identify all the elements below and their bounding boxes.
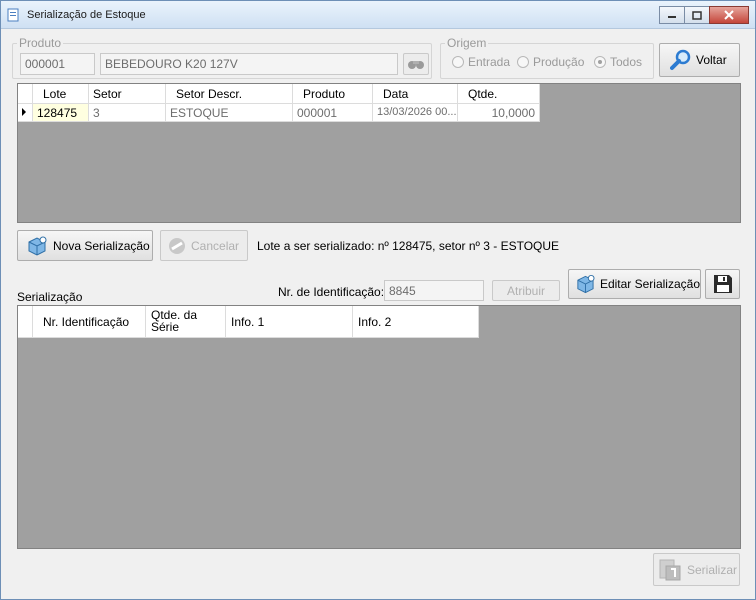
produto-legend: Produto xyxy=(17,36,64,50)
cell-setor-descr[interactable]: ESTOQUE xyxy=(166,104,293,122)
close-button[interactable] xyxy=(709,6,749,24)
col-qtde-serie[interactable]: Qtde. da Série xyxy=(146,306,226,338)
current-row-arrow-icon xyxy=(22,108,26,116)
save-button[interactable] xyxy=(705,269,740,299)
origem-entrada-label: Entrada xyxy=(468,55,511,69)
app-icon xyxy=(7,8,19,22)
table-row[interactable]: 128475 3 ESTOQUE 000001 13/03/2026 00...… xyxy=(18,104,540,122)
col-data[interactable]: Data xyxy=(373,84,458,104)
radio-circle xyxy=(517,56,529,68)
cell-setor[interactable]: 3 xyxy=(89,104,166,122)
nova-serializacao-button[interactable]: Nova Serialização xyxy=(17,230,153,261)
serializar-label: Serializar xyxy=(687,562,738,577)
window-controls xyxy=(659,6,749,24)
serializar-button[interactable]: Serializar xyxy=(653,553,740,586)
origem-todos-radio[interactable]: Todos xyxy=(594,55,642,69)
close-icon xyxy=(724,10,734,20)
nova-serializacao-label: Nova Serialização xyxy=(53,238,150,253)
row-header-corner xyxy=(18,84,33,104)
col-produto[interactable]: Produto xyxy=(293,84,373,104)
minimize-icon xyxy=(668,16,676,18)
origem-producao-label: Produção xyxy=(533,55,585,69)
radio-circle-checked xyxy=(594,56,606,68)
serialize-icon xyxy=(659,559,681,580)
col-info-2[interactable]: Info. 2 xyxy=(353,306,479,338)
serializacao-grid-header: Nr. Identificação Qtde. da Série Info. 1… xyxy=(18,306,479,338)
minimize-button[interactable] xyxy=(659,6,685,24)
voltar-label: Voltar xyxy=(696,53,727,67)
atribuir-button[interactable]: Atribuir xyxy=(492,280,560,301)
col-qtde[interactable]: Qtde. xyxy=(458,84,540,104)
maximize-button[interactable] xyxy=(684,6,710,24)
editar-serializacao-button[interactable]: Editar Serialização xyxy=(568,269,701,299)
row-selector[interactable] xyxy=(18,104,33,122)
client-area: Produto 000001 BEBEDOURO K20 127V Origem… xyxy=(9,29,748,594)
origem-todos-label: Todos xyxy=(610,55,643,69)
atribuir-label: Atribuir xyxy=(506,283,545,298)
origem-entrada-radio[interactable]: Entrada xyxy=(452,55,510,69)
main-window: Serialização de Estoque Produto 000001 B… xyxy=(0,0,756,600)
col-nr-identificacao[interactable]: Nr. Identificação xyxy=(33,306,146,338)
floppy-disk-icon xyxy=(713,275,732,293)
serializacao-grid[interactable]: Nr. Identificação Qtde. da Série Info. 1… xyxy=(17,305,741,549)
cell-data[interactable]: 13/03/2026 00... xyxy=(373,104,458,122)
col-setor-descr[interactable]: Setor Descr. xyxy=(166,84,293,104)
window-title: Serialização de Estoque xyxy=(27,9,146,21)
nr-identificacao-field[interactable]: 8845 xyxy=(384,280,484,301)
serializacao-label: Serialização xyxy=(17,290,83,304)
maximize-icon xyxy=(692,10,702,20)
nr-identificacao-label: Nr. de Identificação: xyxy=(278,285,385,299)
box-icon xyxy=(577,274,595,294)
cancel-icon xyxy=(169,237,185,254)
produto-description-field[interactable]: BEBEDOURO K20 127V xyxy=(100,53,398,75)
cell-produto[interactable]: 000001 xyxy=(293,104,373,122)
cancelar-label: Cancelar xyxy=(191,238,240,253)
origem-legend: Origem xyxy=(445,36,489,50)
lote-info-text: Lote a ser serializado: nº 128475, setor… xyxy=(257,239,560,253)
origem-producao-radio[interactable]: Produção xyxy=(517,55,584,69)
cancelar-button[interactable]: Cancelar xyxy=(160,230,248,261)
binoculars-icon xyxy=(408,61,424,69)
title-bar[interactable]: Serialização de Estoque xyxy=(1,1,755,29)
cell-lote[interactable]: 128475 xyxy=(33,104,89,122)
lotes-grid-header: Lote Setor Setor Descr. Produto Data Qtd… xyxy=(18,84,540,104)
magnifier-icon xyxy=(670,49,691,70)
produto-code-field[interactable]: 000001 xyxy=(20,53,95,75)
radio-circle xyxy=(452,56,464,68)
col-info-1[interactable]: Info. 1 xyxy=(226,306,353,338)
cell-qtde[interactable]: 10,0000 xyxy=(458,104,540,122)
row-header-corner xyxy=(18,306,33,338)
col-setor[interactable]: Setor xyxy=(89,84,166,104)
voltar-button[interactable]: Voltar xyxy=(659,43,740,77)
col-lote[interactable]: Lote xyxy=(33,84,89,104)
editar-serializacao-label: Editar Serialização xyxy=(599,277,700,291)
lotes-grid[interactable]: Lote Setor Setor Descr. Produto Data Qtd… xyxy=(17,83,741,223)
box-icon xyxy=(28,236,47,256)
produto-search-button[interactable] xyxy=(403,53,429,75)
